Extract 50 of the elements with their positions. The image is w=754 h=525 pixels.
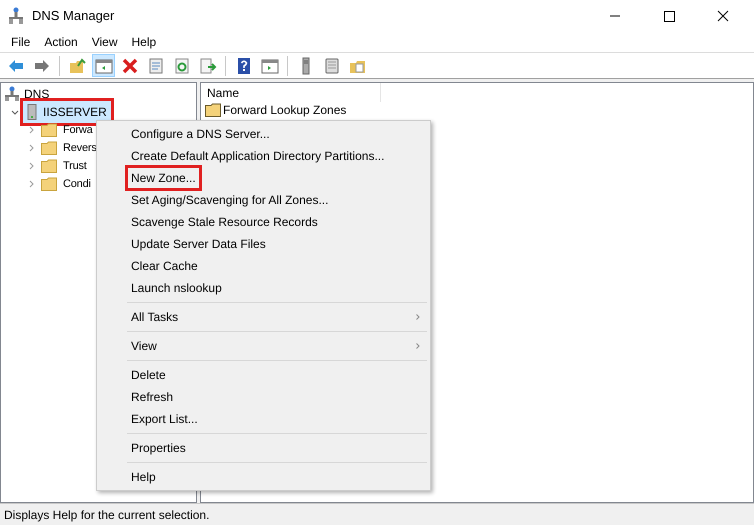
menu-item[interactable]: View	[127, 335, 161, 357]
tree-item[interactable]: IISSERVER	[23, 101, 111, 123]
folder-icon	[41, 177, 57, 191]
tree-pane-icon	[94, 56, 112, 74]
column-header[interactable]: Name	[201, 83, 381, 102]
tree-item[interactable]: Condi	[63, 176, 91, 192]
menu-item[interactable]: Action	[37, 32, 85, 50]
expand-chevron-icon[interactable]	[27, 144, 35, 152]
folder-icon	[205, 102, 221, 116]
menu-item[interactable]: Refresh	[127, 386, 178, 408]
menu-item[interactable]: Help	[127, 466, 160, 488]
menu-item[interactable]: Set Aging/Scavenging for All Zones...	[127, 189, 332, 211]
menu-item[interactable]: Create Default Application Directory Partitions...	[127, 145, 388, 167]
tree-item[interactable]: Forwa	[63, 122, 93, 138]
status-text: Displays Help for the current selection.	[4, 506, 210, 524]
export-icon	[198, 56, 216, 74]
list-item[interactable]: Forward Lookup Zones	[223, 100, 346, 118]
refresh-icon	[172, 56, 190, 74]
tree-item[interactable]: Revers	[63, 140, 97, 156]
menu-item[interactable]: Configure a DNS Server...	[127, 123, 274, 145]
properties-icon	[146, 56, 164, 74]
folder-icon	[68, 56, 86, 74]
menu-item[interactable]: Launch nslookup	[127, 277, 226, 299]
menu-item[interactable]: Export List...	[127, 408, 202, 430]
menu-item[interactable]: All Tasks	[127, 306, 182, 328]
window-title: DNS Manager	[32, 6, 114, 25]
expand-chevron-icon[interactable]	[27, 162, 35, 170]
menu-item[interactable]: New Zone...	[127, 167, 200, 189]
menu-item[interactable]: Properties	[127, 437, 190, 459]
expand-chevron-icon[interactable]	[27, 180, 35, 188]
delete-icon	[120, 56, 138, 74]
expand-chevron-icon[interactable]	[27, 126, 35, 134]
tree-item[interactable]: DNS	[24, 85, 50, 103]
menu-item[interactable]: Help	[124, 32, 164, 50]
menu-item[interactable]: Scavenge Stale Resource Records	[127, 211, 322, 233]
dns-icon	[5, 86, 19, 102]
document-icon	[322, 56, 340, 74]
menu-item[interactable]: Update Server Data Files	[127, 233, 270, 255]
folder-icon	[41, 159, 57, 173]
menu-item[interactable]: View	[84, 32, 124, 50]
app-icon	[8, 6, 24, 24]
server-icon	[27, 104, 37, 120]
action-pane-icon	[260, 56, 278, 74]
folder-icon	[41, 141, 57, 155]
tree-pane-button[interactable]	[92, 54, 115, 77]
menu-item[interactable]: Delete	[127, 364, 170, 386]
menu-item[interactable]: File	[4, 32, 38, 50]
menu-item[interactable]: Clear Cache	[127, 255, 202, 277]
tree-item[interactable]: Trust	[63, 158, 87, 174]
collapse-chevron-icon[interactable]	[11, 108, 19, 116]
